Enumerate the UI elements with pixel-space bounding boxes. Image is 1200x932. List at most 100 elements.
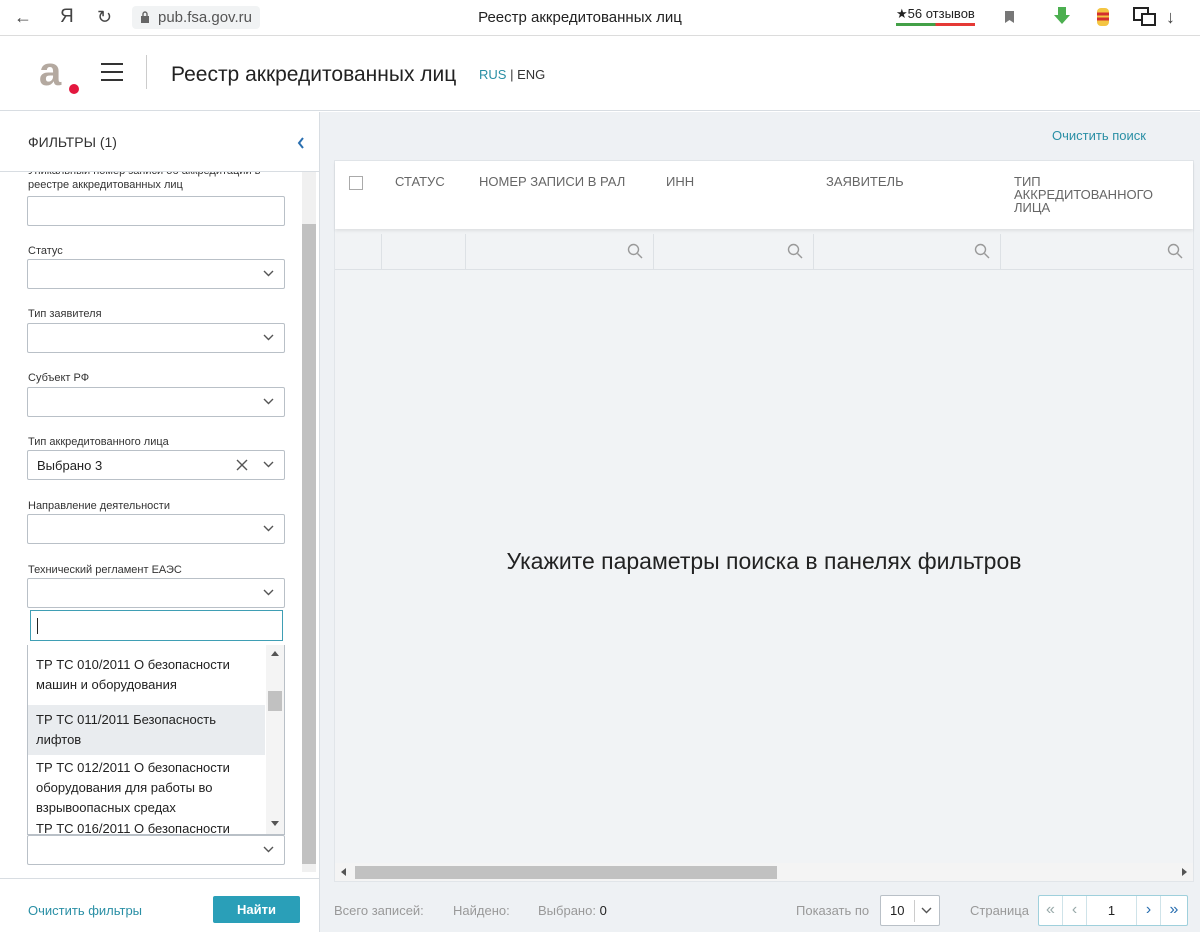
svg-text:a: a (39, 55, 62, 94)
search-icon[interactable] (787, 243, 803, 259)
yandex-icon[interactable]: Я (60, 6, 74, 28)
search-icon[interactable] (1167, 243, 1183, 259)
page-number-input[interactable]: 1 (1087, 896, 1137, 925)
filters-sidebar: ФИЛЬТРЫ (1) Уникальный номер записи об а… (0, 112, 320, 932)
lang-separator: | (506, 67, 518, 82)
empty-state-message: Укажите параметры поиска в панелях фильт… (506, 548, 1022, 574)
column-header-ral-number[interactable]: НОМЕР ЗАПИСИ В РАЛ (479, 175, 625, 188)
column-header-status[interactable]: СТАТУС (395, 175, 445, 188)
sidebar-scrollbar[interactable] (302, 172, 316, 872)
chevron-down-icon (263, 398, 274, 405)
clear-icon[interactable] (236, 459, 248, 471)
clear-search-link[interactable]: Очистить поиск (1052, 128, 1146, 143)
reload-icon[interactable]: ↻ (97, 6, 112, 28)
chevron-down-icon (263, 846, 274, 853)
filters-scroll-area: Уникальный номер записи об аккредитации … (0, 172, 319, 882)
results-table: СТАТУС НОМЕР ЗАПИСИ В РАЛ ИНН ЗАЯВИТЕЛЬ … (334, 160, 1194, 882)
results-panel: Очистить поиск СТАТУС НОМЕР ЗАПИСИ В РАЛ… (320, 112, 1200, 932)
dropdown-option[interactable]: ТР ТС 016/2011 О безопасности (28, 819, 265, 834)
clear-filters-link[interactable]: Очистить фильтры (28, 903, 142, 918)
table-footer: Всего записей: Найдено: Выбрано: 0 Показ… (320, 890, 1200, 930)
per-page-label: Показать по (796, 903, 870, 918)
total-records-label: Всего записей: (334, 903, 424, 918)
app-header: a Реестр аккредитованных лиц RUS | ENG (0, 37, 1200, 111)
prev-page-icon[interactable]: ‹ (1063, 896, 1087, 925)
fsa-logo[interactable]: a (38, 55, 82, 95)
region-select[interactable] (27, 387, 285, 417)
column-header-applicant[interactable]: ЗАЯВИТЕЛЬ (826, 175, 904, 188)
lang-rus-link[interactable]: RUS (479, 67, 506, 82)
table-horizontal-scrollbar[interactable] (335, 863, 1193, 881)
next-page-icon[interactable]: › (1137, 896, 1161, 925)
url-text: pub.fsa.gov.ru (158, 9, 252, 26)
dropdown-option[interactable]: ТР ТС 010/2011 О безопасности машин и об… (28, 655, 265, 695)
chevron-down-icon (263, 270, 274, 277)
region-label: Субъект РФ (28, 372, 90, 384)
page-label: Страница (970, 903, 1029, 918)
header-divider (146, 55, 147, 89)
status-filter-cell[interactable] (381, 234, 465, 270)
chevron-left-icon[interactable] (296, 136, 306, 150)
page-title: Реестр аккредитованных лиц (171, 63, 457, 86)
chevron-down-icon (263, 461, 274, 468)
column-header-accredited-type[interactable]: ТИП АККРЕДИТОВАННОГО ЛИЦА (1014, 175, 1164, 214)
status-select[interactable] (27, 259, 285, 289)
dropdown-option-highlighted[interactable]: ТР ТС 011/2011 Безопасность лифтов (28, 705, 265, 755)
hidden-filter-select[interactable] (27, 835, 285, 865)
chevron-down-icon (263, 525, 274, 532)
address-bar[interactable]: pub.fsa.gov.ru (132, 6, 260, 29)
translate-icon[interactable] (1133, 6, 1157, 28)
download-manager-icon[interactable] (1052, 6, 1072, 26)
download-icon[interactable]: ↓ (1166, 6, 1175, 28)
regulation-dropdown-list: ТР ТС 010/2011 О безопасности машин и об… (27, 645, 285, 835)
menu-icon[interactable] (101, 63, 123, 83)
regulation-search-input[interactable] (30, 610, 283, 641)
last-page-icon[interactable]: » (1161, 896, 1187, 925)
lock-icon (141, 11, 149, 23)
accredited-type-select[interactable]: Выбрано 3 (27, 450, 285, 480)
sidebar-footer: Очистить фильтры Найти (0, 878, 319, 932)
browser-toolbar: ← Я ↻ pub.fsa.gov.ru Реестр аккредитован… (0, 0, 1200, 36)
ral-number-filter-cell[interactable] (465, 234, 653, 270)
tab-title: Реестр аккредитованных лиц (478, 9, 682, 26)
selected-count: 0 (599, 903, 607, 918)
column-filter-row (335, 234, 1193, 270)
back-icon[interactable]: ← (14, 6, 32, 28)
column-header-inn[interactable]: ИНН (666, 175, 694, 188)
per-page-select[interactable]: 10 (880, 895, 940, 926)
select-all-checkbox[interactable] (349, 176, 363, 190)
search-icon[interactable] (974, 243, 990, 259)
pagination: « ‹ 1 › » (1038, 895, 1188, 926)
applicant-filter-cell[interactable] (813, 234, 1000, 270)
chevron-down-icon (263, 589, 274, 596)
dropdown-scrollbar[interactable] (266, 645, 284, 834)
accredited-type-filter-cell[interactable] (1000, 234, 1193, 270)
filters-header: ФИЛЬТРЫ (1) (0, 112, 319, 172)
unique-number-input[interactable] (27, 196, 285, 226)
applicant-type-label: Тип заявителя (28, 308, 102, 320)
accredited-type-label: Тип аккредитованного лица (28, 436, 169, 448)
activity-select[interactable] (27, 514, 285, 544)
applicant-type-select[interactable] (27, 323, 285, 353)
lang-eng-link[interactable]: ENG (517, 67, 545, 82)
inn-filter-cell[interactable] (653, 234, 813, 270)
table-header: СТАТУС НОМЕР ЗАПИСИ В РАЛ ИНН ЗАЯВИТЕЛЬ … (335, 161, 1193, 229)
regulation-label: Технический регламент ЕАЭС (28, 564, 182, 576)
status-label: Статус (28, 245, 63, 257)
dropdown-option[interactable]: ТР ТС 012/2011 О безопасности оборудован… (28, 758, 265, 818)
first-page-icon[interactable]: « (1039, 896, 1063, 925)
filters-title: ФИЛЬТРЫ (1) (28, 134, 117, 150)
chevron-down-icon (263, 334, 274, 341)
extension-icon[interactable] (1095, 6, 1111, 28)
found-label: Найдено: (453, 903, 510, 918)
find-button[interactable]: Найти (213, 896, 300, 923)
search-icon[interactable] (627, 243, 643, 259)
accredited-type-value: Выбрано 3 (37, 458, 103, 473)
unique-number-label: Уникальный номер записи об аккредитации … (28, 172, 261, 191)
chevron-down-icon (921, 907, 932, 914)
language-switch: RUS | ENG (479, 67, 545, 82)
regulation-select[interactable] (27, 578, 285, 608)
bookmark-icon[interactable] (1004, 10, 1015, 24)
reviews-badge[interactable]: ★56 отзывов (896, 6, 975, 26)
selected-label: Выбрано: 0 (538, 903, 607, 918)
